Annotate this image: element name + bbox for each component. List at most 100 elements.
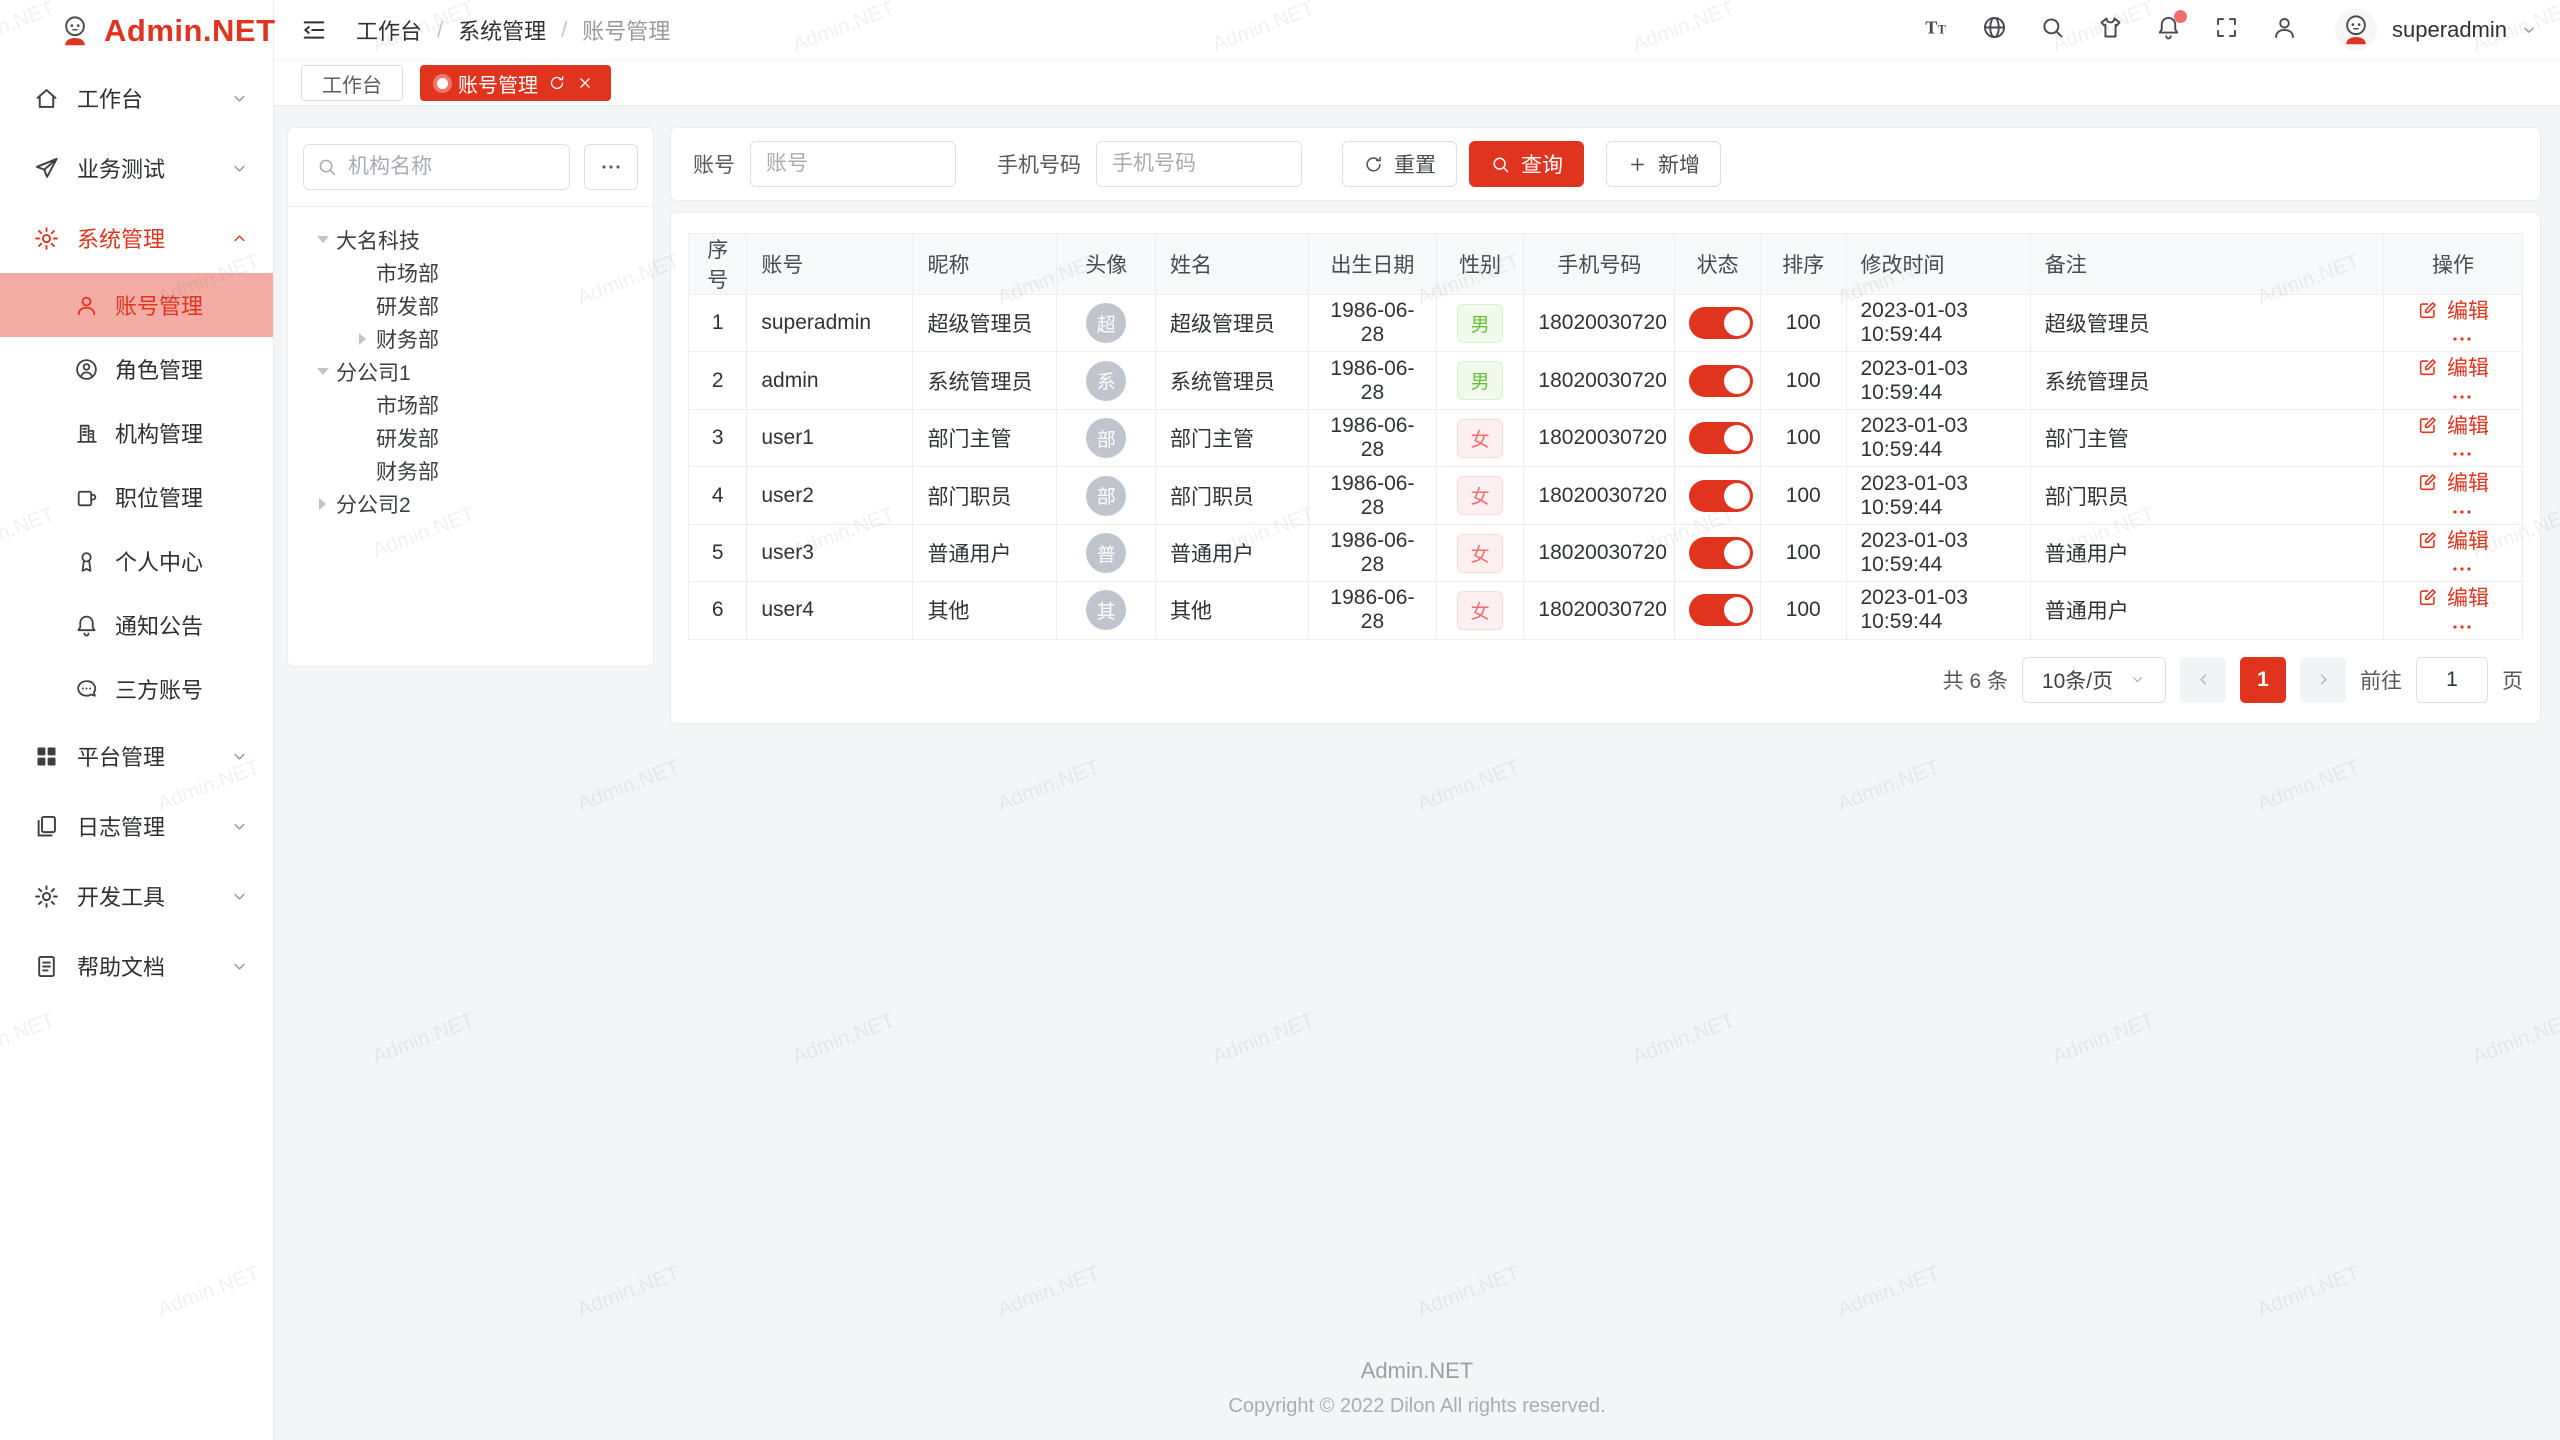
tree-caret-icon[interactable] [310, 362, 336, 381]
sidebar-item-开发工具[interactable]: 开发工具 [0, 861, 273, 931]
cell-status [1675, 524, 1761, 581]
status-toggle[interactable] [1689, 307, 1753, 339]
tree-node-大名科技[interactable]: 大名科技 [298, 223, 643, 256]
search-button[interactable]: 查询 [1469, 141, 1584, 187]
breadcrumb-item[interactable]: 工作台 [356, 14, 422, 46]
fontsize-icon[interactable]: TT [1923, 14, 1950, 46]
row-more-button[interactable] [2450, 442, 2474, 466]
cell-account: admin [747, 352, 913, 409]
row-more-button[interactable] [2450, 500, 2474, 524]
cell-nickname: 普通用户 [913, 524, 1057, 581]
tree-node-label: 财务部 [376, 456, 439, 486]
row-more-button[interactable] [2450, 557, 2474, 581]
page-size-select[interactable]: 10条/页 [2022, 657, 2166, 703]
account-input[interactable] [750, 141, 956, 187]
sidebar-item-日志管理[interactable]: 日志管理 [0, 791, 273, 861]
edit-icon [2417, 414, 2439, 436]
cell-remark: 普通用户 [2030, 524, 2383, 581]
sidebar-item-业务测试[interactable]: 业务测试 [0, 133, 273, 203]
row-more-button[interactable] [2450, 327, 2474, 351]
table-row: 6user4其他其其他1986-06-28女180200307201002023… [689, 582, 2523, 639]
search-label: 查询 [1521, 149, 1563, 179]
query-form: 账号 手机号码 重置 查询 新增 [670, 127, 2541, 201]
user-avatar[interactable] [2335, 9, 2377, 51]
sidebar-subitem-个人中心[interactable]: 个人中心 [0, 529, 273, 593]
cell-gender: 女 [1436, 467, 1524, 524]
edit-button[interactable]: 编辑 [2417, 525, 2489, 555]
chat-icon [74, 677, 99, 702]
prev-page-button[interactable] [2180, 657, 2226, 703]
edit-button[interactable]: 编辑 [2417, 352, 2489, 382]
status-toggle[interactable] [1689, 365, 1753, 397]
cell-avatar: 部 [1057, 409, 1156, 466]
tab-active-dot [437, 78, 448, 89]
tab-工作台[interactable]: 工作台 [301, 65, 403, 101]
edit-button[interactable]: 编辑 [2417, 582, 2489, 612]
reset-button[interactable]: 重置 [1342, 141, 1457, 187]
org-search-input[interactable] [303, 144, 570, 190]
footer-app-name: Admin.NET [274, 1358, 2560, 1384]
collapse-sidebar-icon[interactable] [300, 16, 328, 44]
cell-name: 普通用户 [1156, 524, 1309, 581]
tab-账号管理[interactable]: 账号管理 [420, 65, 611, 101]
notification-bell-icon[interactable] [2155, 14, 2182, 46]
column-header-sort: 排序 [1760, 234, 1846, 295]
sidebar-subitem-三方账号[interactable]: 三方账号 [0, 657, 273, 721]
goto-page-input[interactable] [2416, 657, 2488, 703]
add-button[interactable]: 新增 [1606, 141, 1721, 187]
tree-node-财务部[interactable]: 财务部 [298, 454, 643, 487]
footer-copyright: Copyright © 2022 Dilon All rights reserv… [274, 1395, 2560, 1418]
tree-caret-icon[interactable] [350, 333, 376, 345]
current-page-button[interactable]: 1 [2240, 657, 2286, 703]
sidebar-subitem-角色管理[interactable]: 角色管理 [0, 337, 273, 401]
sidebar-item-label: 工作台 [77, 82, 230, 114]
sidebar-item-工作台[interactable]: 工作台 [0, 63, 273, 133]
tree-node-市场部[interactable]: 市场部 [298, 256, 643, 289]
status-toggle[interactable] [1689, 422, 1753, 454]
breadcrumb-item[interactable]: 系统管理 [458, 14, 546, 46]
row-more-button[interactable] [2450, 615, 2474, 639]
refresh-icon[interactable] [548, 74, 566, 92]
chevron-down-icon [230, 817, 249, 836]
sidebar-subitem-账号管理[interactable]: 账号管理 [0, 273, 273, 337]
chevron-down-icon[interactable] [2520, 21, 2538, 39]
status-toggle[interactable] [1689, 480, 1753, 512]
sidebar-item-系统管理[interactable]: 系统管理 [0, 203, 273, 273]
sidebar-subitem-机构管理[interactable]: 机构管理 [0, 401, 273, 465]
fullscreen-icon[interactable] [2213, 14, 2240, 46]
app-logo: Admin.NET [0, 0, 273, 61]
search-icon[interactable] [2039, 14, 2066, 46]
close-icon[interactable] [576, 74, 594, 92]
tree-caret-icon[interactable] [310, 230, 336, 249]
next-page-button[interactable] [2300, 657, 2346, 703]
tree-node-研发部[interactable]: 研发部 [298, 289, 643, 322]
sidebar-subitem-通知公告[interactable]: 通知公告 [0, 593, 273, 657]
sidebar-item-帮助文档[interactable]: 帮助文档 [0, 931, 273, 1001]
status-toggle[interactable] [1689, 594, 1753, 626]
edit-button[interactable]: 编辑 [2417, 467, 2489, 497]
theme-shirt-icon[interactable] [2097, 14, 2124, 46]
tree-node-研发部[interactable]: 研发部 [298, 421, 643, 454]
tree-node-财务部[interactable]: 财务部 [298, 322, 643, 355]
tree-caret-icon[interactable] [310, 498, 336, 510]
chevron-down-icon [230, 887, 249, 906]
language-icon[interactable] [1981, 14, 2008, 46]
tree-node-市场部[interactable]: 市场部 [298, 388, 643, 421]
tree-node-分公司1[interactable]: 分公司1 [298, 355, 643, 388]
cell-avatar: 普 [1057, 524, 1156, 581]
tree-node-分公司2[interactable]: 分公司2 [298, 487, 643, 520]
table-row: 5user3普通用户普普通用户1986-06-28女18020030720100… [689, 524, 2523, 581]
sidebar-item-平台管理[interactable]: 平台管理 [0, 721, 273, 791]
row-more-button[interactable] [2450, 385, 2474, 409]
status-toggle[interactable] [1689, 537, 1753, 569]
cell-status [1675, 409, 1761, 466]
account-label: 账号 [693, 149, 735, 179]
user-icon[interactable] [2271, 14, 2298, 46]
phone-input[interactable] [1096, 141, 1302, 187]
username[interactable]: superadmin [2392, 17, 2507, 43]
tree-more-button[interactable] [584, 144, 638, 190]
bell-icon [74, 613, 99, 638]
edit-button[interactable]: 编辑 [2417, 410, 2489, 440]
sidebar-subitem-职位管理[interactable]: 职位管理 [0, 465, 273, 529]
edit-button[interactable]: 编辑 [2417, 295, 2489, 325]
